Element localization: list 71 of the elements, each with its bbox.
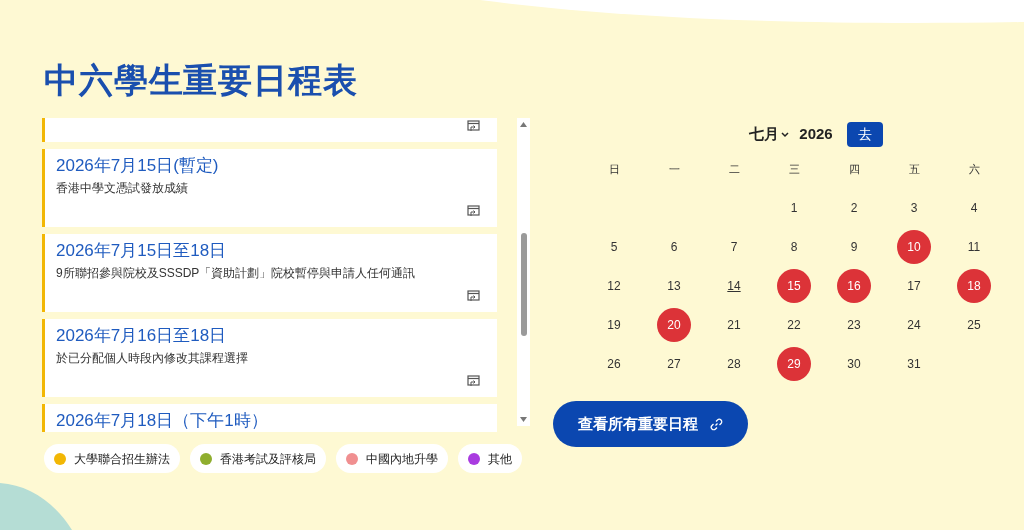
legend-chip[interactable]: 大學聯合招生辦法: [44, 444, 180, 473]
weekday-label: 三: [787, 161, 801, 177]
event-date: 2026年7月18日（下午1時）: [56, 410, 269, 432]
legend-label: 其他: [488, 450, 512, 468]
event-description: 香港中學文憑試發放成績: [56, 180, 189, 196]
calendar-day[interactable]: 6: [657, 229, 691, 264]
calendar-day[interactable]: 14: [717, 268, 751, 303]
event-date: 2026年7月15日至18日: [56, 240, 228, 262]
calendar-day[interactable]: 29: [777, 346, 811, 381]
calendar-day[interactable]: 2: [837, 190, 871, 225]
calendar-day[interactable]: 18: [957, 268, 991, 303]
add-to-calendar-icon[interactable]: [467, 290, 480, 302]
scrollbar-thumb[interactable]: [521, 233, 527, 336]
weekday-label: 六: [967, 161, 981, 177]
event-description: 於已分配個人時段內修改其課程選擇: [56, 350, 249, 366]
chevron-down-icon[interactable]: [781, 131, 790, 138]
calendar-day[interactable]: 11: [957, 229, 991, 264]
calendar-day[interactable]: 30: [837, 346, 871, 381]
legend-chip[interactable]: 中國內地升學: [336, 444, 448, 473]
legend-chip[interactable]: 其他: [458, 444, 522, 473]
weekday-label: 日: [607, 161, 621, 177]
event-card[interactable]: 2026年7月18日（下午1時）: [42, 404, 497, 432]
weekday-label: 四: [847, 161, 861, 177]
legend-label: 中國內地升學: [366, 450, 438, 468]
weekday-label: 一: [667, 161, 681, 177]
calendar-day[interactable]: 28: [717, 346, 751, 381]
calendar-day[interactable]: 16: [837, 268, 871, 303]
calendar-day[interactable]: 4: [957, 190, 991, 225]
legend-chip[interactable]: 香港考試及評核局: [190, 444, 326, 473]
legend-label: 大學聯合招生辦法: [74, 450, 170, 468]
event-card[interactable]: 2026年7月16日至18日 於已分配個人時段內修改其課程選擇: [42, 319, 497, 397]
view-all-button[interactable]: 查看所有重要日程: [553, 401, 748, 447]
link-icon: [710, 417, 723, 431]
calendar-day[interactable]: 23: [837, 307, 871, 342]
event-date: 2026年7月15日(暫定): [56, 155, 220, 177]
calendar-day[interactable]: 7: [717, 229, 751, 264]
weekday-label: 五: [907, 161, 921, 177]
event-card[interactable]: 2026年7月15日至18日 9所聯招參與院校及SSSDP「資助計劃」院校暫停與申請人任何通訊: [42, 234, 497, 312]
event-description: 9所聯招參與院校及SSSDP「資助計劃」院校暫停與申請人任何通訊: [56, 265, 417, 281]
calendar-day[interactable]: 5: [597, 229, 631, 264]
scroll-down-icon[interactable]: [520, 417, 527, 422]
event-card[interactable]: 2026年7月15日(暫定) 香港中學文憑試發放成績: [42, 149, 497, 227]
calendar-day[interactable]: 13: [657, 268, 691, 303]
calendar-day[interactable]: 3: [897, 190, 931, 225]
calendar-day[interactable]: 27: [657, 346, 691, 381]
calendar-day[interactable]: 1: [777, 190, 811, 225]
year-label: 2026: [799, 124, 833, 145]
month-dropdown[interactable]: 七月: [749, 123, 790, 146]
go-button[interactable]: 去: [846, 122, 883, 147]
calendar-day[interactable]: 20: [657, 307, 691, 342]
add-to-calendar-icon[interactable]: [467, 120, 480, 132]
calendar-day[interactable]: 25: [957, 307, 991, 342]
calendar-day[interactable]: 19: [597, 307, 631, 342]
calendar-day[interactable]: 22: [777, 307, 811, 342]
add-to-calendar-icon[interactable]: [467, 375, 480, 387]
calendar-day[interactable]: 26: [597, 346, 631, 381]
calendar-day[interactable]: 24: [897, 307, 931, 342]
event-date: 2026年7月16日至18日: [56, 325, 228, 347]
calendar-day[interactable]: 9: [837, 229, 871, 264]
scroll-up-icon[interactable]: [520, 122, 527, 127]
calendar-day[interactable]: 8: [777, 229, 811, 264]
calendar-day[interactable]: 21: [717, 307, 751, 342]
add-to-calendar-icon[interactable]: [467, 205, 480, 217]
page-title: 中六學生重要日程表: [44, 60, 359, 101]
calendar-day[interactable]: 17: [897, 268, 931, 303]
calendar-day[interactable]: 31: [897, 346, 931, 381]
calendar-day[interactable]: 15: [777, 268, 811, 303]
calendar-day[interactable]: 12: [597, 268, 631, 303]
legend-label: 香港考試及評核局: [220, 450, 316, 468]
weekday-label: 二: [727, 161, 741, 177]
calendar-day[interactable]: 10: [897, 229, 931, 264]
